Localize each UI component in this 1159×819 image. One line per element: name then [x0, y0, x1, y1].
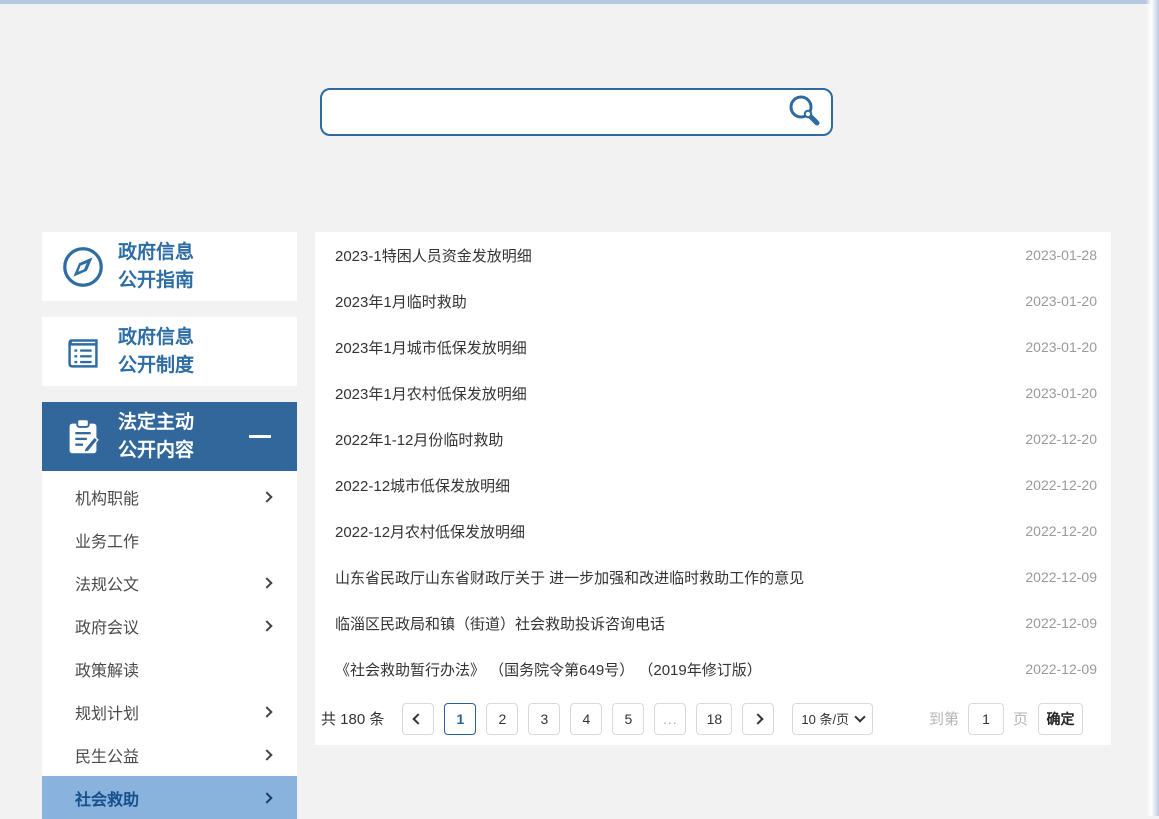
compass-icon: [60, 244, 106, 290]
list-item-title[interactable]: 2022-12城市低保发放明细: [335, 475, 1009, 496]
list-item-title[interactable]: 《社会救助暂行办法》 （国务院令第649号） （2019年修订版）: [335, 659, 1009, 680]
sidebar: 政府信息 公开指南 政府信息 公开制度 法定主动: [42, 232, 297, 816]
list-item-title[interactable]: 2023-1特困人员资金发放明细: [335, 245, 1009, 266]
search-icon: [786, 93, 822, 129]
search-bar: [320, 88, 833, 136]
list-item[interactable]: 2023年1月城市低保发放明细 2023-01-20: [315, 324, 1111, 370]
menu-item-label: 社会救助: [75, 786, 139, 810]
list-item-date: 2023-01-20: [1025, 293, 1097, 309]
list-item-title[interactable]: 2023年1月临时救助: [335, 291, 1009, 312]
card-label-line2: 公开内容: [118, 437, 194, 465]
list-item-title[interactable]: 山东省民政厅山东省财政厅关于 进一步加强和改进临时救助工作的意见: [335, 567, 1009, 588]
sidebar-card-statutory-disclosure[interactable]: 法定主动 公开内容: [42, 402, 297, 471]
list-item[interactable]: 2022-12月农村低保发放明细 2022-12-20: [315, 508, 1111, 554]
search-input[interactable]: [320, 88, 833, 136]
content-panel: 2023-1特困人员资金发放明细 2023-01-28 2023年1月临时救助 …: [315, 232, 1111, 745]
list-item-title[interactable]: 2023年1月城市低保发放明细: [335, 337, 1009, 358]
menu-item-label: 业务工作: [75, 528, 139, 552]
list-item[interactable]: 《社会救助暂行办法》 （国务院令第649号） （2019年修订版） 2022-1…: [315, 646, 1111, 692]
goto-page-input[interactable]: [968, 703, 1004, 735]
list-item-date: 2022-12-09: [1025, 661, 1097, 677]
goto-confirm-button[interactable]: 确定: [1038, 703, 1083, 735]
menu-item-label: 政策解读: [75, 657, 139, 681]
search-button[interactable]: [783, 93, 825, 131]
menu-item-label: 规划计划: [75, 700, 139, 724]
list-item-title[interactable]: 临淄区民政局和镇（街道）社会救助投诉咨询电话: [335, 613, 1009, 634]
menu-item-label: 民生公益: [75, 743, 139, 767]
pagination-bar: 共 180 条 1 2 3 4 5 ... 18 10 条/页 到第 页 确定: [315, 692, 1111, 745]
card-label-line2: 公开指南: [118, 267, 194, 295]
menu-item-label: 政府会议: [75, 614, 139, 638]
list-item[interactable]: 2022-12城市低保发放明细 2022-12-20: [315, 462, 1111, 508]
chevron-right-icon: [261, 577, 272, 588]
chevron-left-icon: [413, 713, 424, 724]
page-button-18[interactable]: 18: [696, 703, 732, 735]
article-list: 2023-1特困人员资金发放明细 2023-01-28 2023年1月临时救助 …: [315, 232, 1111, 692]
goto-page-group: 到第 页 确定: [929, 703, 1083, 735]
page-button-4[interactable]: 4: [570, 703, 602, 735]
collapse-minus-icon[interactable]: [249, 435, 271, 438]
sidebar-item-zhengfu-huiyi[interactable]: 政府会议: [42, 604, 297, 647]
list-item[interactable]: 2023年1月临时救助 2023-01-20: [315, 278, 1111, 324]
page-ellipsis-button[interactable]: ...: [654, 703, 686, 735]
prev-page-button[interactable]: [402, 703, 434, 735]
menu-item-label: 法规公文: [75, 571, 139, 595]
chevron-right-icon: [753, 713, 764, 724]
list-item[interactable]: 2022年1-12月份临时救助 2022-12-20: [315, 416, 1111, 462]
page-button-2[interactable]: 2: [486, 703, 518, 735]
card-label-line1: 政府信息: [118, 239, 194, 267]
chevron-right-icon: [261, 620, 272, 631]
goto-suffix-label: 页: [1013, 708, 1028, 729]
chevron-right-icon: [261, 749, 272, 760]
goto-prefix-label: 到第: [929, 708, 959, 729]
list-item-date: 2022-12-20: [1025, 431, 1097, 447]
list-item-title[interactable]: 2022年1-12月份临时救助: [335, 429, 1009, 450]
list-item-date: 2022-12-20: [1025, 477, 1097, 493]
list-item[interactable]: 临淄区民政局和镇（街道）社会救助投诉咨询电话 2022-12-09: [315, 600, 1111, 646]
list-item-title[interactable]: 2023年1月农村低保发放明细: [335, 383, 1009, 404]
sidebar-item-fagui-gongwen[interactable]: 法规公文: [42, 561, 297, 604]
sidebar-item-zhengce-jiedu[interactable]: 政策解读: [42, 647, 297, 690]
clipboard-pencil-icon: [60, 414, 106, 460]
chevron-right-icon: [261, 706, 272, 717]
page-size-value: 10 条/页: [801, 709, 849, 728]
sidebar-item-shehui-jiuzhu[interactable]: 社会救助: [42, 776, 297, 819]
page-size-select[interactable]: 10 条/页: [792, 703, 873, 735]
sidebar-item-minsheng-gongyi[interactable]: 民生公益: [42, 733, 297, 776]
sidebar-submenu: 机构职能 业务工作 法规公文 政府会议 政策解读 规划计划 民生公益 社会救助: [42, 471, 297, 819]
card-label-line1: 法定主动: [118, 409, 194, 437]
ledger-list-icon: [60, 329, 106, 375]
card-label-line1: 政府信息: [118, 324, 194, 352]
page-button-5[interactable]: 5: [612, 703, 644, 735]
sidebar-item-yewu-gongzuo[interactable]: 业务工作: [42, 518, 297, 561]
card-label-line2: 公开制度: [118, 352, 194, 380]
list-item-date: 2022-12-20: [1025, 523, 1097, 539]
list-item-date: 2023-01-28: [1025, 247, 1097, 263]
chevron-down-icon: [854, 711, 865, 722]
list-item[interactable]: 2023-1特困人员资金发放明细 2023-01-28: [315, 232, 1111, 278]
total-count-label: 共 180 条: [321, 708, 384, 729]
page-button-3[interactable]: 3: [528, 703, 560, 735]
right-edge-strip: [1146, 0, 1159, 816]
list-item[interactable]: 2023年1月农村低保发放明细 2023-01-20: [315, 370, 1111, 416]
list-item[interactable]: 山东省民政厅山东省财政厅关于 进一步加强和改进临时救助工作的意见 2022-12…: [315, 554, 1111, 600]
list-item-date: 2023-01-20: [1025, 339, 1097, 355]
menu-item-label: 机构职能: [75, 485, 139, 509]
sidebar-item-jigou-zhineng[interactable]: 机构职能: [42, 475, 297, 518]
chevron-right-icon: [261, 792, 272, 803]
top-accent-bar: [0, 0, 1159, 4]
chevron-right-icon: [261, 491, 272, 502]
page-button-1[interactable]: 1: [444, 703, 476, 735]
sidebar-card-gov-info-guide[interactable]: 政府信息 公开指南: [42, 232, 297, 301]
list-item-date: 2023-01-20: [1025, 385, 1097, 401]
sidebar-item-guihua-jihua[interactable]: 规划计划: [42, 690, 297, 733]
sidebar-card-gov-info-system[interactable]: 政府信息 公开制度: [42, 317, 297, 386]
list-item-date: 2022-12-09: [1025, 615, 1097, 631]
next-page-button[interactable]: [742, 703, 774, 735]
list-item-title[interactable]: 2022-12月农村低保发放明细: [335, 521, 1009, 542]
list-item-date: 2022-12-09: [1025, 569, 1097, 585]
